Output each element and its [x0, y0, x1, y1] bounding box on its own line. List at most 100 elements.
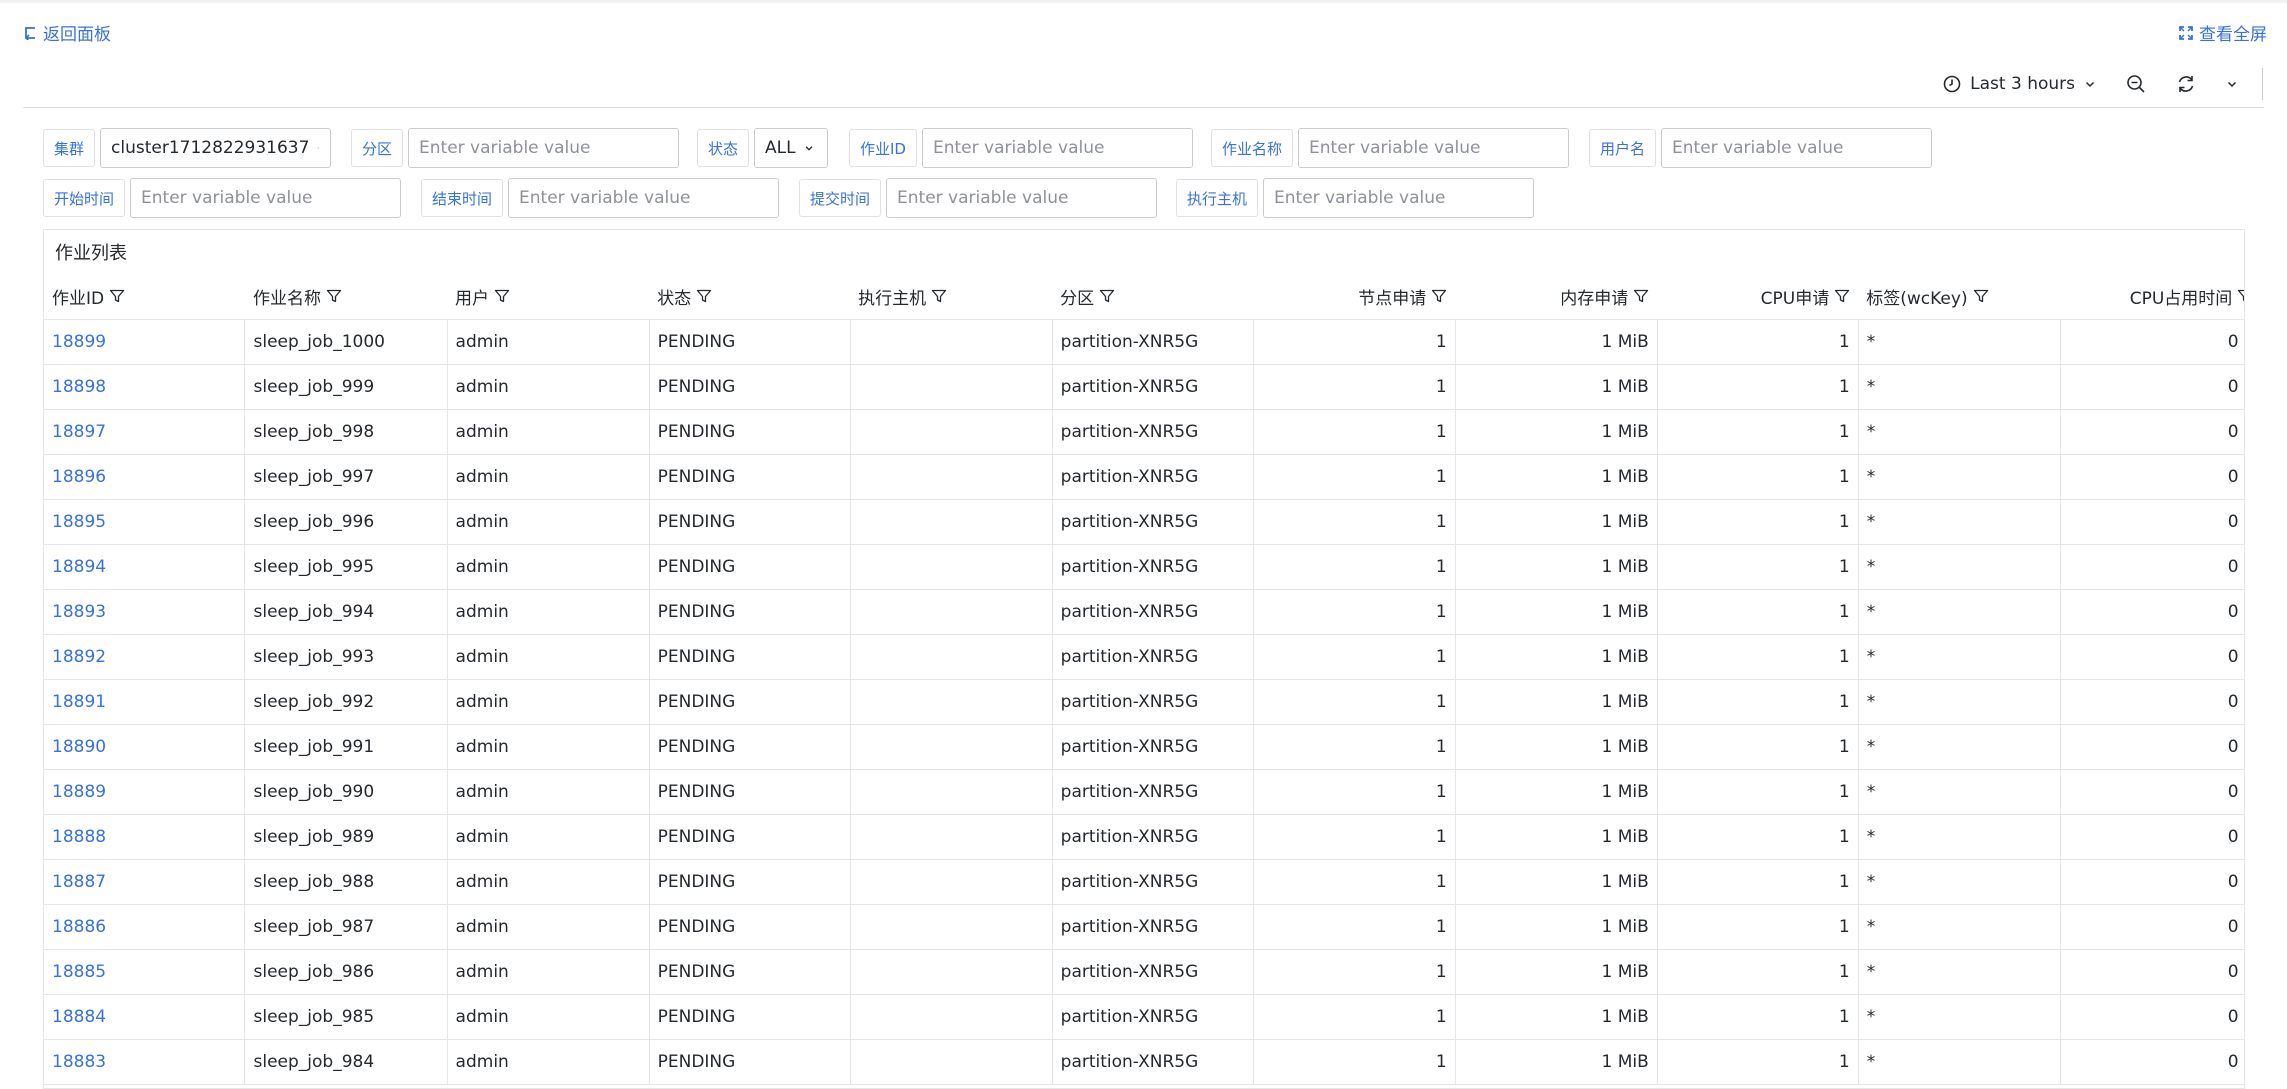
- job-id-link[interactable]: 18897: [52, 422, 106, 442]
- funnel-icon[interactable]: [1973, 288, 1989, 304]
- job-id-link[interactable]: 18883: [52, 1052, 106, 1072]
- cell-memory-request: 1 MiB: [1455, 364, 1658, 410]
- cell-user: admin: [447, 679, 650, 725]
- funnel-icon[interactable]: [1633, 288, 1649, 304]
- cell-job-id[interactable]: 18898: [44, 364, 246, 410]
- cell-job-id[interactable]: 18884: [44, 994, 246, 1040]
- cell-job-id[interactable]: 18887: [44, 859, 246, 905]
- filter-label: 状态: [697, 129, 750, 167]
- column-header-memory-request[interactable]: 内存申请: [1455, 274, 1658, 320]
- time-range-picker[interactable]: Last 3 hours: [1943, 74, 2096, 94]
- cell-memory-request: 1 MiB: [1455, 994, 1658, 1040]
- job-id-link[interactable]: 18892: [52, 647, 106, 667]
- funnel-icon[interactable]: [109, 288, 125, 304]
- funnel-icon[interactable]: [326, 288, 342, 304]
- view-fullscreen-link[interactable]: 查看全屏: [2179, 20, 2267, 45]
- filter-end-time: 结束时间: [421, 178, 780, 218]
- cell-user: admin: [447, 724, 650, 770]
- job-id-link[interactable]: 18885: [52, 962, 106, 982]
- job-name-input[interactable]: [1298, 128, 1570, 168]
- start-time-input[interactable]: [130, 178, 402, 218]
- cell-job-id[interactable]: 18897: [44, 409, 246, 455]
- table-row: 18892 sleep_job_993 admin PENDING partition-…: [44, 634, 2244, 680]
- job-id-input[interactable]: [921, 128, 1193, 168]
- cell-partition: partition-XNR5G: [1052, 409, 1254, 455]
- job-id-link[interactable]: 18887: [52, 872, 106, 892]
- back-to-dashboard-link[interactable]: 返回面板: [23, 20, 111, 45]
- job-id-link[interactable]: 18898: [52, 377, 106, 397]
- job-id-link[interactable]: 18896: [52, 467, 106, 487]
- cell-job-id[interactable]: 18885: [44, 949, 246, 995]
- column-header-partition[interactable]: 分区: [1052, 274, 1254, 320]
- cell-job-id[interactable]: 18888: [44, 814, 246, 860]
- column-header-node-request[interactable]: 节点申请: [1253, 274, 1456, 320]
- cell-memory-request: 1 MiB: [1455, 769, 1658, 815]
- column-header-status[interactable]: 状态: [649, 274, 851, 320]
- column-header-user[interactable]: 用户: [447, 274, 650, 320]
- cell-cpu-request: 1: [1657, 679, 1859, 725]
- job-id-link[interactable]: 18886: [52, 917, 106, 937]
- cell-job-id[interactable]: 18895: [44, 499, 246, 545]
- end-time-input[interactable]: [508, 178, 780, 218]
- toolbar-divider: [2262, 68, 2263, 100]
- column-header-cpu-request[interactable]: CPU申请: [1657, 274, 1859, 320]
- cell-status: PENDING: [649, 454, 851, 500]
- cell-job-id[interactable]: 18893: [44, 589, 246, 635]
- job-id-link[interactable]: 18893: [52, 602, 106, 622]
- cell-cpu-request: 1: [1657, 724, 1859, 770]
- column-header-job-id[interactable]: 作业ID: [44, 274, 245, 320]
- funnel-icon[interactable]: [1834, 288, 1850, 304]
- funnel-icon[interactable]: [1099, 288, 1115, 304]
- filter-label: 提交时间: [799, 179, 882, 217]
- partition-input[interactable]: [408, 128, 680, 168]
- job-id-link[interactable]: 18884: [52, 1007, 106, 1027]
- cell-user: admin: [447, 1039, 650, 1085]
- job-id-link[interactable]: 18888: [52, 827, 106, 847]
- job-id-link[interactable]: 18899: [52, 332, 106, 352]
- funnel-icon[interactable]: [931, 288, 947, 304]
- filter-label: 集群: [43, 129, 96, 167]
- username-input[interactable]: [1661, 128, 1933, 168]
- column-header-wckey[interactable]: 标签(wcKey): [1858, 274, 2061, 320]
- submit-time-input[interactable]: [886, 178, 1158, 218]
- job-id-link[interactable]: 18894: [52, 557, 106, 577]
- column-header-job-name[interactable]: 作业名称: [244, 274, 448, 320]
- cell-cpu-time: 0 s: [2060, 454, 2244, 500]
- job-id-link[interactable]: 18890: [52, 737, 106, 757]
- job-id-link[interactable]: 18889: [52, 782, 106, 802]
- cell-cpu-time: 0 s: [2060, 724, 2244, 770]
- funnel-icon[interactable]: [696, 288, 712, 304]
- cluster-select[interactable]: cluster1712822931637: [100, 128, 332, 168]
- cell-exec-host: [850, 364, 1053, 410]
- cell-cpu-time: 0 s: [2060, 364, 2244, 410]
- cell-wckey: *: [1858, 679, 2061, 725]
- refresh-interval-dropdown[interactable]: [2226, 78, 2238, 90]
- cell-job-id[interactable]: 18886: [44, 904, 246, 950]
- cell-job-id[interactable]: 18894: [44, 544, 246, 590]
- cell-job-id[interactable]: 18892: [44, 634, 246, 680]
- cell-job-id[interactable]: 18891: [44, 679, 246, 725]
- cell-job-name: sleep_job_989: [244, 814, 448, 860]
- column-header-cpu-time[interactable]: CPU占用时间: [2060, 274, 2245, 320]
- refresh-button[interactable]: [2176, 74, 2196, 94]
- exec-host-input[interactable]: [1263, 178, 1535, 218]
- cell-job-id[interactable]: 18896: [44, 454, 246, 500]
- cell-job-name: sleep_job_1000: [244, 319, 448, 365]
- column-header-exec-host[interactable]: 执行主机: [850, 274, 1053, 320]
- funnel-icon[interactable]: [2237, 288, 2245, 304]
- funnel-icon[interactable]: [1431, 288, 1447, 304]
- cell-wckey: *: [1858, 364, 2061, 410]
- cell-job-id[interactable]: 18899: [44, 319, 246, 365]
- chevron-down-icon: [2227, 81, 2237, 88]
- cell-memory-request: 1 MiB: [1455, 904, 1658, 950]
- funnel-icon[interactable]: [494, 288, 510, 304]
- cell-memory-request: 1 MiB: [1455, 814, 1658, 860]
- status-select[interactable]: ALL: [754, 128, 829, 168]
- cell-job-id[interactable]: 18883: [44, 1039, 246, 1085]
- cell-job-id[interactable]: 18890: [44, 724, 246, 770]
- job-id-link[interactable]: 18891: [52, 692, 106, 712]
- cell-status: PENDING: [649, 859, 851, 905]
- zoom-out-button[interactable]: [2126, 74, 2146, 94]
- cell-job-id[interactable]: 18889: [44, 769, 246, 815]
- job-id-link[interactable]: 18895: [52, 512, 106, 532]
